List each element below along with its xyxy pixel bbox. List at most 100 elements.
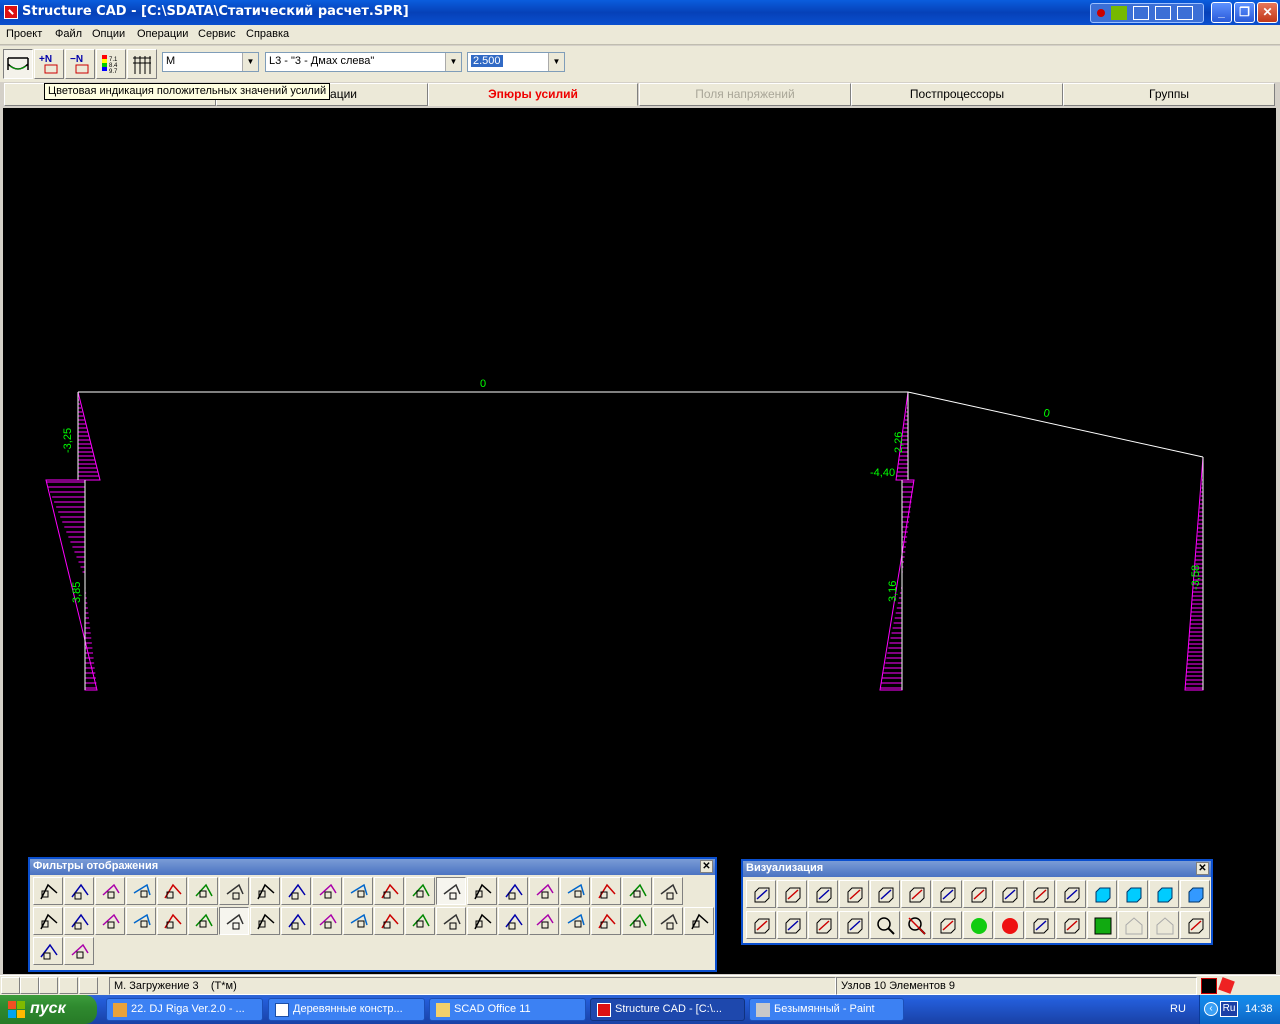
filter-button-3[interactable]: [95, 877, 125, 905]
close-icon[interactable]: ✕: [700, 860, 713, 873]
viz-button-6[interactable]: [901, 880, 931, 908]
viz-button-20[interactable]: [870, 911, 900, 939]
viz-button-28[interactable]: [1118, 911, 1148, 939]
view-button-4[interactable]: [59, 977, 78, 994]
window-tile-icon[interactable]: [1133, 6, 1149, 20]
menu-service[interactable]: Сервис: [198, 28, 236, 40]
viz-button-1[interactable]: [746, 880, 776, 908]
factor-select[interactable]: M ▼: [162, 52, 259, 72]
window-cascade-icon[interactable]: [1177, 6, 1193, 20]
task-structure-cad[interactable]: Structure CAD - [C:\...: [590, 998, 745, 1021]
filter-button-41[interactable]: [622, 907, 652, 935]
viz-button-26[interactable]: [1056, 911, 1086, 939]
filter-button-26[interactable]: [157, 907, 187, 935]
filter-button-6[interactable]: [188, 877, 218, 905]
task-dj-riga[interactable]: 22. DJ Riga Ver.2.0 - ...: [106, 998, 263, 1021]
filter-button-24[interactable]: [95, 907, 125, 935]
drawing-canvas[interactable]: 0 0 -3,25 3,85 2,26 -4,40 3,16 -3,58: [3, 108, 1276, 974]
load-select[interactable]: L3 - "3 - Дмах слева" ▼: [265, 52, 462, 72]
filter-button-36[interactable]: [467, 907, 497, 935]
filter-button-18[interactable]: [560, 877, 590, 905]
close-button[interactable]: ✕: [1257, 2, 1278, 23]
filter-button-34[interactable]: [405, 907, 435, 935]
filter-button-44[interactable]: [33, 937, 63, 965]
filter-button-29[interactable]: [250, 907, 280, 935]
chevron-down-icon[interactable]: ▼: [242, 53, 258, 71]
viz-button-10[interactable]: [1025, 880, 1055, 908]
task-scad-office[interactable]: SCAD Office 11: [429, 998, 586, 1021]
viz-button-8[interactable]: [963, 880, 993, 908]
viz-button-5[interactable]: [870, 880, 900, 908]
color-scale-button[interactable]: 7.1 8.4 9.7: [96, 49, 126, 79]
window-move-icon[interactable]: [1155, 6, 1171, 20]
viz-button-14[interactable]: [1149, 880, 1179, 908]
filter-button-4[interactable]: [126, 877, 156, 905]
viz-button-15[interactable]: [1180, 880, 1210, 908]
viz-button-11[interactable]: [1056, 880, 1086, 908]
filter-button-33[interactable]: [374, 907, 404, 935]
menu-options[interactable]: Опции: [92, 28, 125, 40]
menu-file[interactable]: Файл: [55, 28, 82, 40]
filter-button-40[interactable]: [591, 907, 621, 935]
viz-button-3[interactable]: [808, 880, 838, 908]
filter-button-12[interactable]: [374, 877, 404, 905]
filter-button-13[interactable]: [405, 877, 435, 905]
restore-button[interactable]: ❐: [1234, 2, 1255, 23]
viz-button-18[interactable]: [808, 911, 838, 939]
view-button-1[interactable]: [1, 977, 20, 994]
tray-lang[interactable]: Ru: [1220, 1001, 1238, 1017]
viz-button-7[interactable]: [932, 880, 962, 908]
chevron-down-icon[interactable]: ▼: [548, 53, 564, 71]
view-button-2[interactable]: [20, 977, 39, 994]
filter-button-10[interactable]: [312, 877, 342, 905]
filter-button-38[interactable]: [529, 907, 559, 935]
tab-postprocessors[interactable]: Постпроцессоры: [851, 83, 1063, 106]
viz-button-21[interactable]: [901, 911, 931, 939]
viz-button-30[interactable]: [1180, 911, 1210, 939]
chevron-down-icon[interactable]: ▼: [445, 53, 461, 71]
task-word-doc[interactable]: Деревянные констр...: [268, 998, 425, 1021]
filter-button-2[interactable]: [64, 877, 94, 905]
filter-button-1[interactable]: [33, 877, 63, 905]
filter-button-31[interactable]: [312, 907, 342, 935]
view-button-3[interactable]: [39, 977, 58, 994]
positive-forces-button[interactable]: +N: [34, 49, 64, 79]
filter-button-43[interactable]: [684, 907, 714, 935]
scale-select[interactable]: 2.500 ▼: [467, 52, 565, 72]
tab-force-diagrams[interactable]: Эпюры усилий: [428, 83, 638, 106]
filter-button-22[interactable]: [33, 907, 63, 935]
menu-project[interactable]: Проект: [6, 28, 42, 40]
filter-button-8[interactable]: [250, 877, 280, 905]
viz-button-12[interactable]: [1087, 880, 1117, 908]
filter-button-37[interactable]: [498, 907, 528, 935]
viz-button-25[interactable]: [1025, 911, 1055, 939]
filter-button-23[interactable]: [64, 907, 94, 935]
tab-stress-fields[interactable]: Поля напряжений: [639, 83, 851, 106]
frame-view-button[interactable]: [127, 49, 157, 79]
filter-button-42[interactable]: [653, 907, 683, 935]
tab-groups[interactable]: Группы: [1063, 83, 1275, 106]
viz-button-29[interactable]: [1149, 911, 1179, 939]
viz-button-23[interactable]: [963, 911, 993, 939]
filter-button-25[interactable]: [126, 907, 156, 935]
filter-button-32[interactable]: [343, 907, 373, 935]
viz-button-2[interactable]: [777, 880, 807, 908]
menu-operations[interactable]: Операции: [137, 28, 188, 40]
start-button[interactable]: пуск: [0, 995, 97, 1024]
record-icon[interactable]: [1097, 9, 1105, 17]
viz-button-16[interactable]: [746, 911, 776, 939]
viz-button-24[interactable]: [994, 911, 1024, 939]
chevron-left-icon[interactable]: ‹: [1204, 1002, 1218, 1016]
close-icon[interactable]: ✕: [1196, 862, 1209, 875]
minimize-button[interactable]: _: [1211, 2, 1232, 23]
filter-button-35[interactable]: [436, 907, 466, 935]
filter-button-14[interactable]: [436, 877, 466, 905]
panel-header[interactable]: Визуализация ✕: [743, 861, 1211, 877]
negative-forces-button[interactable]: −N: [65, 49, 95, 79]
viz-button-19[interactable]: [839, 911, 869, 939]
filter-button-21[interactable]: [653, 877, 683, 905]
menu-help[interactable]: Справка: [246, 28, 289, 40]
filter-button-15[interactable]: [467, 877, 497, 905]
viz-button-9[interactable]: [994, 880, 1024, 908]
task-paint[interactable]: Безымянный - Paint: [749, 998, 904, 1021]
